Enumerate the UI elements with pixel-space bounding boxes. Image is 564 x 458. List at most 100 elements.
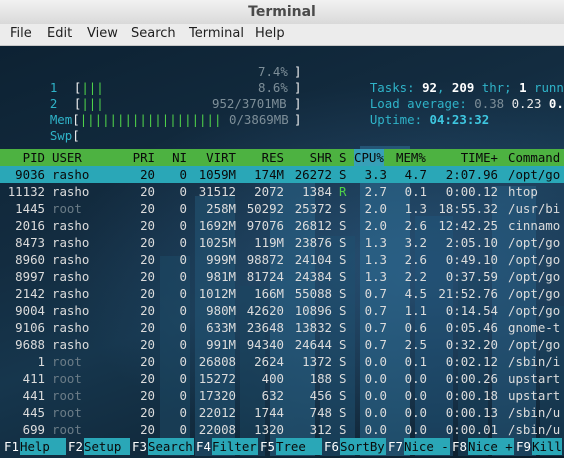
col-user[interactable]: USER xyxy=(52,149,82,166)
process-row[interactable]: 441 root 20 0 17320 632 456 S 0.0 0.0 0:00.18 upsta… xyxy=(0,387,564,404)
process-res: 1320 xyxy=(254,422,284,437)
col-shr[interactable]: SHR xyxy=(286,149,332,166)
process-command: upstart xyxy=(508,388,561,403)
process-pid: 8960 xyxy=(15,252,45,267)
process-row[interactable]: 2142 rasho 20 0 1012M 166M 55088 S 0.7 4.5 21:52.7… xyxy=(0,285,564,302)
fkey-label-f6[interactable]: SortBy xyxy=(340,438,386,455)
process-pid: 2016 xyxy=(15,218,45,233)
process-pid: 9004 xyxy=(15,303,45,318)
fkey-f5[interactable]: F5 xyxy=(260,438,275,455)
process-shr: 188 xyxy=(309,371,332,386)
mem-bar-fill: ||||||||||||||||||| xyxy=(79,112,222,127)
cpu1-bar: [||| xyxy=(73,80,104,95)
process-res: 23648 xyxy=(246,320,284,335)
window-titlebar[interactable]: Terminal xyxy=(0,0,564,25)
process-state: S xyxy=(339,235,347,250)
process-row[interactable]: 9106 rasho 20 0 633M 23648 13832 S 0.7 0.6 0:05.46… xyxy=(0,319,564,336)
fkey-f4[interactable]: F4 xyxy=(196,438,211,455)
process-nice: 0 xyxy=(179,218,187,233)
process-time: 12:42.25 xyxy=(438,218,498,233)
process-virt: 31512 xyxy=(198,184,236,199)
process-command: /usr/bi xyxy=(508,201,561,216)
process-priority: 20 xyxy=(140,235,155,250)
col-ni[interactable]: NI xyxy=(160,149,187,166)
fkey-label-f1[interactable]: Help xyxy=(20,438,66,455)
process-cpu: 3.3 xyxy=(364,167,387,182)
process-res: 81724 xyxy=(246,269,284,284)
menu-help[interactable]: Help xyxy=(255,26,285,41)
process-row[interactable]: 1 root 20 0 26808 2624 1372 S 0.0 0.1 0:02.12/sbin… xyxy=(0,353,564,370)
process-row[interactable]: 8473 rasho 20 0 1025M 119M 23876 S 1.3 3.2 2:05.10… xyxy=(0,234,564,251)
process-row[interactable]: 9004 rasho 20 0 980M 42620 10896 S 0.7 1.1 0:14.54… xyxy=(0,302,564,319)
process-state: S xyxy=(339,286,347,301)
fkey-label-f5[interactable]: Tree xyxy=(276,438,322,455)
menu-terminal[interactable]: Terminal xyxy=(189,26,244,41)
process-state: S xyxy=(339,167,347,182)
fkey-f2[interactable]: F2 xyxy=(68,438,83,455)
process-row[interactable]: 1445 root 20 0 258M 50292 25372 S 2.0 1.3 18:55.32… xyxy=(0,200,564,217)
process-row[interactable]: 9036 rasho 20 0 1059M 174M 26272 S 3.3 4.7 2:07.96… xyxy=(0,166,564,183)
process-user: rasho xyxy=(52,167,90,182)
fkey-label-f9[interactable]: Kill xyxy=(532,438,562,455)
fkey-f7[interactable]: F7 xyxy=(388,438,403,455)
process-time: 0:00.13 xyxy=(445,405,498,420)
col-time[interactable]: TIME+ xyxy=(436,149,498,166)
menu-search[interactable]: Search xyxy=(131,26,176,41)
terminal-area[interactable]: 1 [||| 7.4% ] 2 [||| 8.6% ] Mem[||||||||… xyxy=(0,46,564,458)
menu-view[interactable]: View xyxy=(87,26,118,41)
col-state[interactable]: S xyxy=(339,149,346,166)
process-shr: 23876 xyxy=(294,235,332,250)
process-nice: 0 xyxy=(179,354,187,369)
process-res: 2624 xyxy=(254,354,284,369)
process-pid: 1 xyxy=(37,354,45,369)
fkey-f3[interactable]: F3 xyxy=(132,438,147,455)
process-res: 174M xyxy=(254,167,284,182)
process-virt: 22012 xyxy=(198,405,236,420)
process-time: 0:00.01 xyxy=(445,422,498,437)
process-user: root xyxy=(52,405,82,420)
process-pid: 445 xyxy=(22,405,45,420)
process-res: 1744 xyxy=(254,405,284,420)
col-res[interactable]: RES xyxy=(240,149,284,166)
fkey-label-f3[interactable]: Search xyxy=(148,438,194,455)
process-priority: 20 xyxy=(140,167,155,182)
process-virt: 1059M xyxy=(198,167,236,182)
process-row[interactable]: 2016 rasho 20 0 1692M 97076 26812 S 2.0 2.6 12:42.… xyxy=(0,217,564,234)
process-row[interactable]: 9688 rasho 20 0 991M 94340 24644 S 0.7 2.5 0:32.20… xyxy=(0,336,564,353)
process-priority: 20 xyxy=(140,303,155,318)
fkey-f8[interactable]: F8 xyxy=(452,438,467,455)
col-pid[interactable]: PID xyxy=(0,149,45,166)
cpu2-bar: [||| xyxy=(73,96,104,111)
process-priority: 20 xyxy=(140,286,155,301)
process-row[interactable]: 699 root 20 0 22008 1320 312 S 0.0 0.0 0:00.01/sbi… xyxy=(0,421,564,438)
process-cpu: 0.7 xyxy=(364,286,387,301)
fkey-f9[interactable]: F9 xyxy=(516,438,531,455)
process-nice: 0 xyxy=(179,286,187,301)
menu-edit[interactable]: Edit xyxy=(47,26,72,41)
col-mem[interactable]: MEM% xyxy=(396,149,426,166)
process-row[interactable]: 8997 rasho 20 0 981M 81724 24384 S 1.3 2.2 0:37.59… xyxy=(0,268,564,285)
process-row[interactable]: 411 root 20 0 15272 400 188 S 0.0 0.0 0:00.26 upsta… xyxy=(0,370,564,387)
fkey-label-f2[interactable]: Setup xyxy=(84,438,130,455)
col-pri[interactable]: PRI xyxy=(120,149,155,166)
process-priority: 20 xyxy=(140,388,155,403)
fkey-label-f4[interactable]: Filter xyxy=(212,438,258,455)
process-user: root xyxy=(52,422,82,437)
col-command[interactable]: Command xyxy=(508,149,560,166)
menu-file[interactable]: File xyxy=(10,26,32,41)
process-command: cinnamo xyxy=(508,218,561,233)
mem-value: 952/3701MB xyxy=(212,96,287,111)
fkey-label-f7[interactable]: Nice - xyxy=(404,438,450,455)
process-row[interactable]: 445 root 20 0 22012 1744 748 S 0.0 0.0 0:00.13/sbi… xyxy=(0,404,564,421)
process-row[interactable]: 8960 rasho 20 0 999M 98872 24104 S 1.3 2.6 0:49.10… xyxy=(0,251,564,268)
process-row[interactable]: 11132 rasho 20 0 31512 2072 1384 R 2.7 0.1 0:00.12… xyxy=(0,183,564,200)
process-command: /opt/go xyxy=(508,337,561,352)
process-state: S xyxy=(339,405,347,420)
process-cpu: 0.0 xyxy=(364,371,387,386)
fkey-label-f8[interactable]: Nice + xyxy=(468,438,514,455)
fkey-f6[interactable]: F6 xyxy=(324,438,339,455)
process-mem: 1.3 xyxy=(404,201,427,216)
fkey-f1[interactable]: F1 xyxy=(4,438,19,455)
col-cpu[interactable]: CPU% xyxy=(354,149,384,166)
col-virt[interactable]: VIRT xyxy=(190,149,236,166)
